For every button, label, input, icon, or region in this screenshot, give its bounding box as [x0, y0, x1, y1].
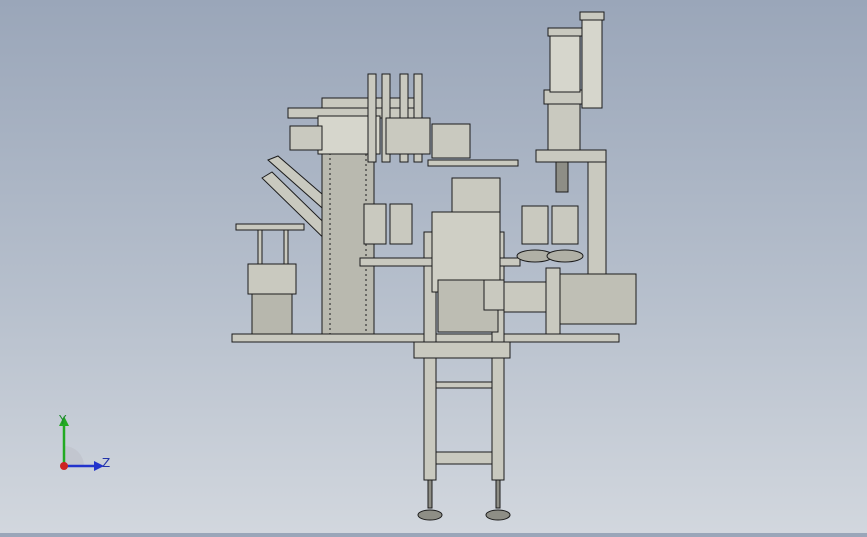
rotary-head-2: [389, 203, 413, 245]
y-axis-label: Y: [59, 413, 67, 427]
foot-pad-right: [485, 509, 511, 521]
tower-cylinder: [289, 125, 323, 151]
right-bracket: [431, 123, 471, 159]
cylinder-body-right: [581, 13, 603, 109]
foot-stem-left: [427, 479, 433, 509]
machine-model[interactable]: [0, 0, 867, 533]
motor-body: [559, 273, 637, 325]
motor-adapter: [483, 279, 505, 311]
triad-quadrant: [64, 446, 84, 466]
index-wheel-2: [546, 249, 584, 263]
frame-crossbar-1: [413, 341, 511, 359]
center-gantry: [451, 177, 501, 213]
z-axis-label: Z: [102, 456, 111, 470]
side-table-top: [235, 223, 305, 231]
side-block-lower: [251, 293, 293, 335]
cylinder-rod: [555, 161, 569, 193]
frame-crossbar-2: [435, 451, 493, 465]
index-head-2: [551, 205, 579, 245]
cylinder-cap-left: [547, 27, 583, 37]
x-axis-dot: [60, 462, 68, 470]
gantry-beam: [427, 159, 519, 167]
side-block: [247, 263, 297, 295]
cylinder-body-left: [549, 31, 581, 93]
foot-pad-left: [417, 509, 443, 521]
cylinder-cap-right: [579, 11, 605, 21]
rotary-head-1: [363, 203, 387, 245]
mid-guide-block: [385, 117, 431, 155]
cylinder-support-post: [587, 161, 607, 275]
frame-crossbar-3: [435, 381, 493, 389]
motor-flange: [545, 267, 561, 335]
foot-stem-right: [495, 479, 501, 509]
cad-viewport[interactable]: Y Z: [0, 0, 867, 533]
cylinder-mount: [535, 149, 607, 163]
index-head-1: [521, 205, 549, 245]
motor-shaft-housing: [503, 281, 549, 313]
upper-post-1: [367, 73, 377, 163]
